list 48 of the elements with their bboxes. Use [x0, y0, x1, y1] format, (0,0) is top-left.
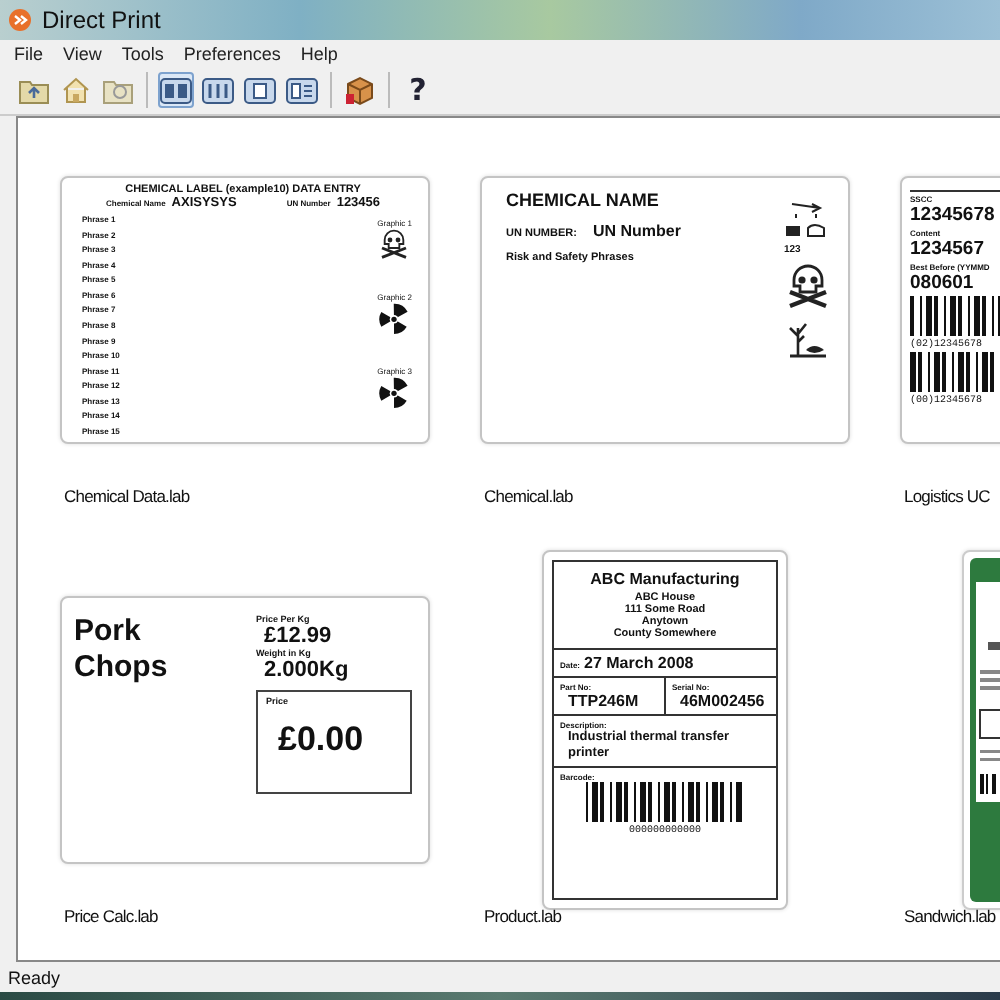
field-value: UN Number — [592, 222, 681, 240]
field-value: 27 March 2008 — [584, 654, 694, 672]
field-value: 1234567 — [910, 240, 984, 260]
help-button[interactable]: ? — [400, 72, 436, 108]
menu-item[interactable]: File — [14, 43, 44, 63]
menu-item[interactable]: Help — [300, 43, 338, 63]
menu-item[interactable]: Preferences — [183, 43, 281, 63]
skull-icon — [784, 262, 832, 310]
field-value: TTP246M — [568, 692, 641, 710]
view-button[interactable] — [200, 72, 236, 108]
status-text: Ready — [8, 967, 61, 987]
home-icon — [60, 76, 92, 104]
folder-up-icon — [18, 76, 50, 104]
home-button[interactable] — [58, 72, 94, 108]
field-value: 46M002456 — [680, 692, 767, 710]
file-name[interactable]: Sandwich.lab — [904, 906, 996, 926]
file-name[interactable]: Chemical Data.lab — [64, 486, 190, 506]
package-icon — [344, 75, 376, 105]
field-value: 2.000Kg — [264, 658, 349, 682]
skull-icon — [378, 228, 411, 260]
file-name[interactable]: Logistics UC — [904, 486, 990, 506]
folder-icon — [102, 76, 134, 104]
label-title: CHEMICAL NAME — [506, 190, 661, 210]
view-icon — [202, 77, 234, 103]
radiation-icon — [378, 302, 411, 334]
view-icon — [160, 77, 192, 103]
view-button[interactable] — [158, 72, 194, 108]
corrosive-icon — [784, 202, 828, 238]
window-title: Direct Print — [42, 6, 161, 34]
view-icon — [286, 77, 318, 103]
package-button[interactable] — [342, 72, 378, 108]
label-preview[interactable] — [60, 176, 430, 444]
app-icon — [8, 8, 32, 32]
price-value: £0.00 — [278, 720, 366, 760]
menu-item[interactable]: View — [63, 43, 102, 63]
radiation-icon — [378, 376, 411, 408]
file-name[interactable]: Chemical.lab — [484, 486, 573, 506]
file-name[interactable]: Product.lab — [484, 906, 562, 926]
view-button[interactable] — [242, 72, 278, 108]
menu-item[interactable]: Tools — [121, 43, 164, 63]
view-button[interactable] — [284, 72, 320, 108]
company-name: ABC Manufacturing — [590, 570, 740, 588]
field-value: £12.99 — [264, 624, 332, 648]
field-value: 12345678 — [910, 206, 995, 226]
file-name[interactable]: Price Calc.lab — [64, 906, 158, 926]
field-value: 080601 — [910, 274, 974, 294]
view-icon — [244, 77, 276, 103]
product-name: Pork Chops — [74, 614, 170, 688]
